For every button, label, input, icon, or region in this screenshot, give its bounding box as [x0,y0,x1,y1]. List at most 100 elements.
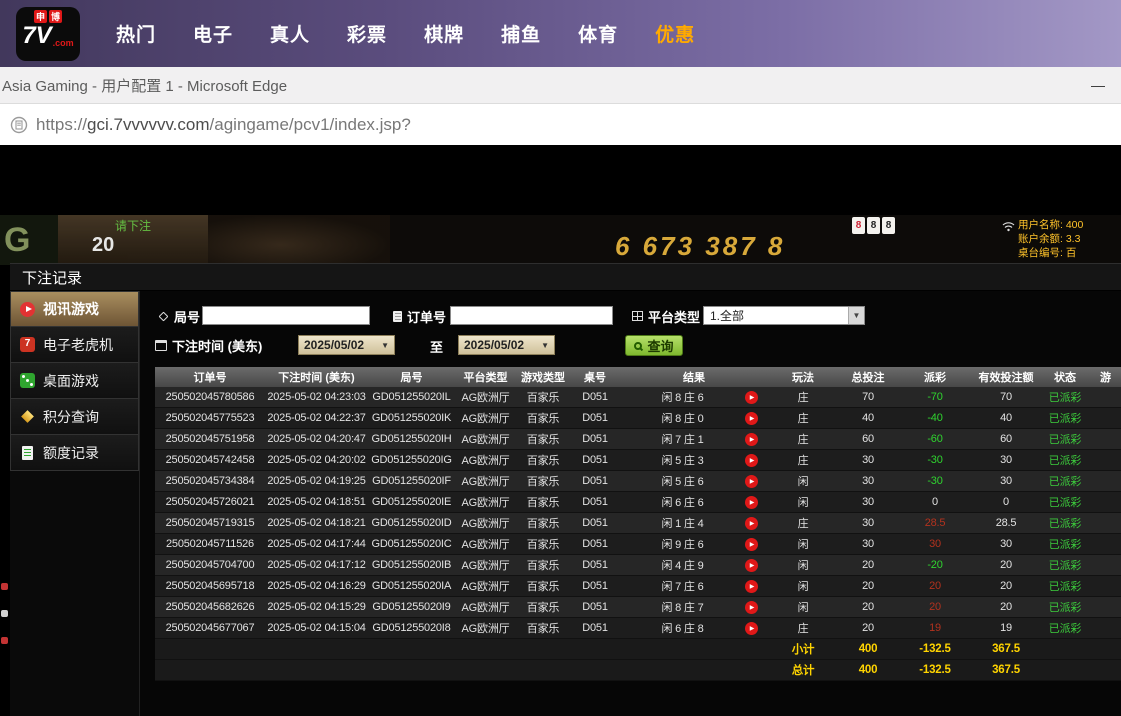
table-cell: 400 [838,664,898,676]
table-cell: 百家乐 [516,452,570,468]
nav-item-8[interactable]: 优惠 [655,20,695,47]
search-button-label: 查询 [647,336,673,355]
sidebar-item-4[interactable]: 积分查询 [10,399,139,435]
table-cell: -70 [898,391,972,403]
table-cell: AG欧洲厅 [455,557,516,573]
table-cell: 庄 [768,620,838,636]
replay-icon[interactable]: ▶ [745,412,758,425]
table-cell: AG欧洲厅 [455,620,516,636]
table-cell: 20 [972,601,1040,613]
date-to-select[interactable]: 2025/05/02 ▼ [458,335,555,355]
table-cell: GD051255020IG [368,454,455,466]
replay-icon[interactable]: ▶ [745,433,758,446]
result-text: 闲 8 庄 0 [620,410,745,426]
sidebar-item-2[interactable]: 电子老虎机 [10,327,139,363]
replay-icon[interactable]: ▶ [745,475,758,488]
platform-select-value: 1.全部 [704,307,744,324]
bet-records-table: 订单号下注时间 (美东)局号平台类型游戏类型桌号结果玩法总投注派彩有效投注额状态… [155,367,1121,716]
nav-item-1[interactable]: 热门 [116,20,156,47]
url-text[interactable]: https://gci.7vvvvvv.com/agingame/pcv1/in… [36,115,411,135]
result-text: 闲 6 庄 8 [620,620,745,636]
table-cell: D051 [570,496,620,508]
nav-item-3[interactable]: 真人 [270,20,310,47]
table-cell: 30 [898,538,972,550]
site-logo[interactable]: 申 博 7V .com [16,7,80,61]
table-cell: 30 [972,475,1040,487]
round-input[interactable] [202,306,370,325]
result-text: 闲 7 庄 1 [620,431,745,447]
filter-row-1: 局号 订单号 平台类型 1.全部 ▼ [140,306,1121,328]
sidebar-item-5[interactable]: 额度记录 [10,435,139,471]
replay-icon[interactable]: ▶ [745,517,758,530]
table-cell: 百家乐 [516,578,570,594]
replay-icon[interactable]: ▶ [745,601,758,614]
table-cell: AG欧洲厅 [455,389,516,405]
table-cell: 250502045734384 [155,475,265,487]
table-cell: 已派彩 [1040,557,1090,573]
nav-item-7[interactable]: 体育 [578,20,618,47]
replay-icon[interactable]: ▶ [745,538,758,551]
platform-label: 平台类型 [632,306,700,326]
table-row: 2505020457047002025-05-02 04:17:12GD0512… [155,555,1121,576]
edge-icon[interactable] [1,637,8,644]
replay-icon[interactable]: ▶ [745,391,758,404]
search-button[interactable]: 查询 [625,335,683,356]
result-cell: 闲 8 庄 0▶ [620,410,768,426]
sidebar-item-3[interactable]: 桌面游戏 [10,363,139,399]
table-cell: 20 [838,559,898,571]
page-icon[interactable] [10,116,28,134]
jackpot-zone: 8 8 8 6 673 387 8 [390,215,1000,265]
table-cell: 30 [838,475,898,487]
table-row: 2505020457343842025-05-02 04:19:25GD0512… [155,471,1121,492]
logo-suffix-text: .com [53,39,74,48]
table-cell: 250502045726021 [155,496,265,508]
nav-item-5[interactable]: 棋牌 [424,20,464,47]
table-cell: 2025-05-02 04:16:29 [265,580,368,592]
minimize-button[interactable]: — [1091,77,1105,93]
nav-item-4[interactable]: 彩票 [347,20,387,47]
panel-main: 局号 订单号 平台类型 1.全部 ▼ [140,291,1121,716]
replay-icon[interactable]: ▶ [745,454,758,467]
logo-badges: 申 博 [34,10,62,23]
table-cell: 2025-05-02 04:20:47 [265,433,368,445]
platform-label-text: 平台类型 [648,307,700,326]
table-cell: 250502045704700 [155,559,265,571]
date-from-select[interactable]: 2025/05/02 ▼ [298,335,395,355]
sidebar-item-1[interactable]: 视讯游戏 [10,291,139,327]
table-cell: 已派彩 [1040,599,1090,615]
table-cell: D051 [570,433,620,445]
table-cell: 250502045711526 [155,538,265,550]
column-header-4: 平台类型 [455,369,516,385]
table-row: 2505020456957182025-05-02 04:16:29GD0512… [155,576,1121,597]
order-input[interactable] [450,306,613,325]
bet-time-label: 下注时间 (美东) [155,335,262,355]
table-cell: 已派彩 [1040,452,1090,468]
edge-icon[interactable] [1,610,8,617]
table-cell: 30 [838,454,898,466]
table-cell: 20 [972,580,1040,592]
url-host: gci.7vvvvvv.com [87,115,210,134]
panel-header: 下注记录 [10,264,1121,291]
table-cell: 19 [898,622,972,634]
edge-icon[interactable] [1,583,8,590]
result-text: 闲 6 庄 6 [620,494,745,510]
table-row: 2505020457519582025-05-02 04:20:47GD0512… [155,429,1121,450]
replay-icon[interactable]: ▶ [745,580,758,593]
game-thumbnail-bet: 请下注 20 [58,215,208,265]
result-cell: 闲 1 庄 4▶ [620,515,768,531]
table-cell: 30 [972,454,1040,466]
replay-icon[interactable]: ▶ [745,622,758,635]
table-cell: 百家乐 [516,431,570,447]
replay-icon[interactable]: ▶ [745,559,758,572]
table-cell: AG欧洲厅 [455,431,516,447]
table-cell: 2025-05-02 04:23:03 [265,391,368,403]
result-cell: 闲 5 庄 6▶ [620,473,768,489]
platform-select[interactable]: 1.全部 ▼ [703,306,865,325]
nav-item-6[interactable]: 捕鱼 [501,20,541,47]
table-cell: D051 [570,538,620,550]
table-cell: 百家乐 [516,473,570,489]
result-text: 闲 9 庄 6 [620,536,745,552]
nav-item-2[interactable]: 电子 [193,20,233,47]
replay-icon[interactable]: ▶ [745,496,758,509]
table-row: 2505020457260212025-05-02 04:18:51GD0512… [155,492,1121,513]
